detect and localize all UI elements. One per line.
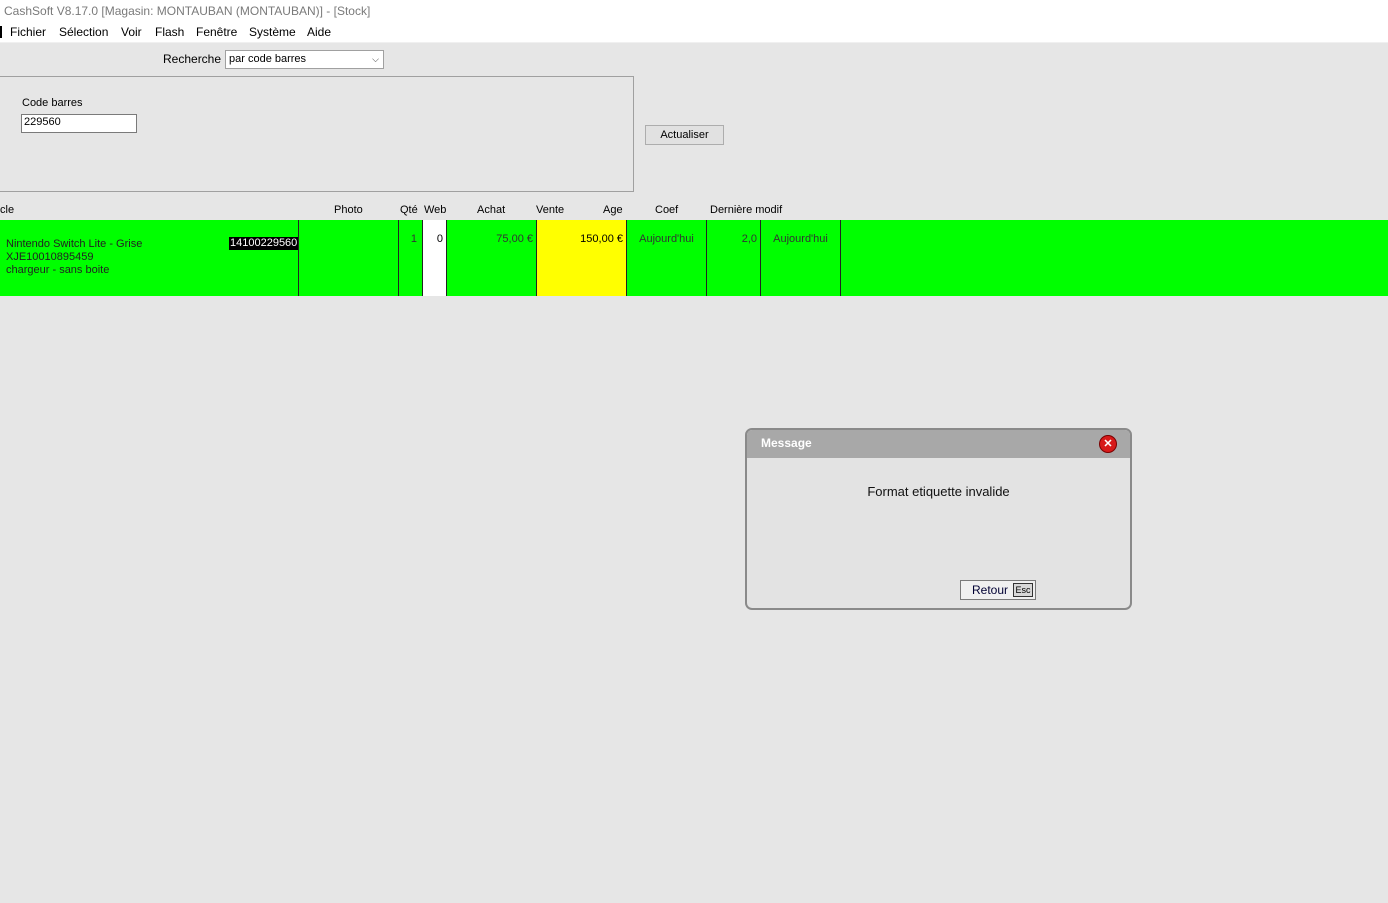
column-divider: [760, 220, 761, 296]
menubar-edge-marker: [0, 26, 2, 38]
close-icon[interactable]: ✕: [1099, 435, 1117, 453]
age-value: Aujourd'hui: [639, 233, 694, 245]
message-dialog: Message ✕ Format etiquette invalide Reto…: [745, 428, 1132, 610]
menu-aide[interactable]: Aide: [307, 25, 331, 39]
sell-cell-bg: [537, 220, 626, 296]
dialog-titlebar: Message ✕: [747, 430, 1130, 458]
last-modified-value: Aujourd'hui: [773, 233, 828, 245]
column-divider: [626, 220, 627, 296]
web-value[interactable]: 0: [422, 233, 443, 245]
column-divider: [446, 220, 447, 296]
column-divider: [536, 220, 537, 296]
column-divider: [398, 220, 399, 296]
esc-key-badge: Esc: [1013, 583, 1033, 597]
chevron-down-icon: ⌵: [372, 54, 379, 64]
barcode-input[interactable]: 229560: [21, 114, 137, 133]
refresh-button[interactable]: Actualiser: [645, 125, 724, 145]
column-divider: [706, 220, 707, 296]
menu-flash[interactable]: Flash: [155, 25, 184, 39]
search-mode-label: Recherche: [163, 52, 222, 66]
column-header-coef[interactable]: Coef: [655, 204, 678, 216]
search-mode-select[interactable]: par code barres ⌵: [225, 50, 384, 69]
coef-value: 2,0: [741, 233, 757, 245]
web-cell-bg: [422, 220, 446, 296]
search-criteria-panel: [0, 76, 634, 192]
column-header-qty[interactable]: Qté: [400, 204, 418, 216]
column-header-photo[interactable]: Photo: [334, 204, 363, 216]
dialog-title: Message: [761, 436, 812, 450]
barcode-label: Code barres: [22, 97, 83, 109]
menu-voir[interactable]: Voir: [121, 25, 142, 39]
column-header-web[interactable]: Web: [424, 204, 446, 216]
menu-selection[interactable]: Sélection: [59, 25, 108, 39]
table-row[interactable]: Nintendo Switch Lite - Grise XJE10010895…: [0, 220, 1388, 296]
article-code-highlighted[interactable]: 14100229560: [229, 237, 299, 250]
article-note: chargeur - sans boite: [6, 264, 110, 276]
menu-bar: Fichier Sélection Voir Flash Fenêtre Sys…: [0, 22, 1388, 43]
back-button-label: Retour: [972, 583, 1009, 597]
column-divider: [840, 220, 841, 296]
back-button[interactable]: Retour Esc: [960, 580, 1036, 600]
sell-price-value[interactable]: 150,00 €: [537, 233, 623, 245]
article-serial: XJE10010895459: [6, 251, 94, 263]
menu-fichier[interactable]: Fichier: [10, 25, 46, 39]
buy-price-value: 75,00 €: [496, 233, 533, 245]
qty-value: 1: [410, 233, 417, 245]
column-header-article[interactable]: cle: [0, 204, 14, 216]
dialog-message: Format etiquette invalide: [867, 484, 1010, 499]
window-titlebar: CashSoft V8.17.0 [Magasin: MONTAUBAN (MO…: [0, 0, 1388, 22]
column-header-last-modified[interactable]: Dernière modif: [710, 204, 782, 216]
window-title: CashSoft V8.17.0 [Magasin: MONTAUBAN (MO…: [4, 4, 371, 18]
search-mode-value: par code barres: [229, 53, 307, 65]
menu-fenetre[interactable]: Fenêtre: [196, 25, 237, 39]
column-divider: [298, 220, 299, 296]
column-divider: [422, 220, 423, 296]
column-header-sell[interactable]: Vente: [536, 204, 564, 216]
menu-systeme[interactable]: Système: [249, 25, 296, 39]
column-header-age[interactable]: Age: [603, 204, 623, 216]
column-header-buy[interactable]: Achat: [477, 204, 505, 216]
article-name: Nintendo Switch Lite - Grise: [6, 238, 143, 250]
